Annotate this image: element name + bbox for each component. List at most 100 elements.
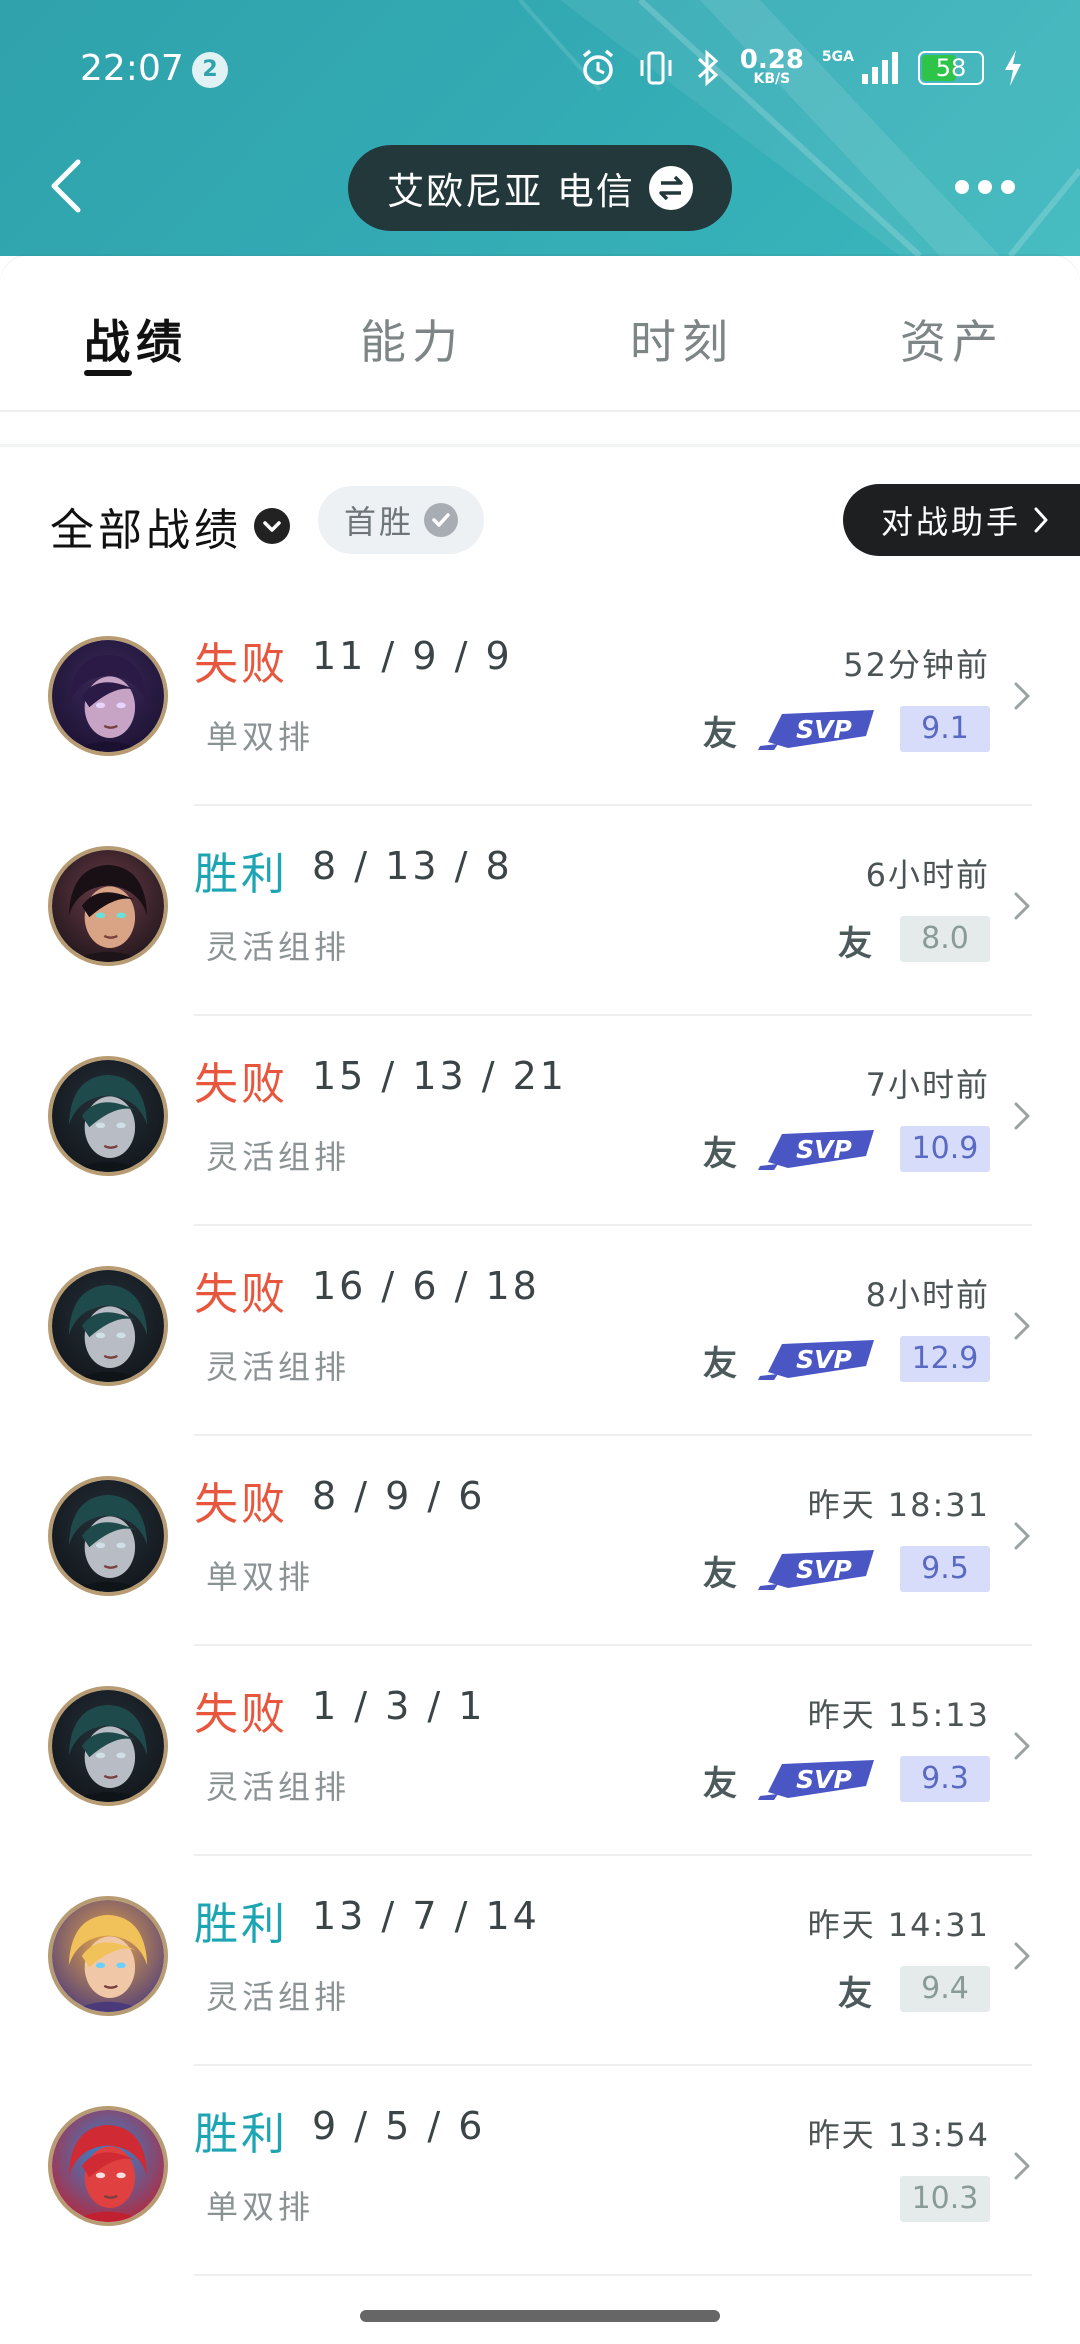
champion-avatar: [48, 2106, 168, 2226]
svg-text:SVP: SVP: [796, 1765, 852, 1794]
server-name: 艾欧尼亚 电信: [387, 170, 635, 213]
match-row[interactable]: 失败 8 / 9 / 6 单双排 昨天 18:31 友 SVP 9.5: [0, 1436, 1080, 1646]
match-result: 胜利: [194, 1899, 288, 1950]
match-kda: 13 / 7 / 14: [312, 1894, 540, 1938]
match-kda: 15 / 13 / 21: [312, 1054, 567, 1098]
chevron-right-icon: [1034, 507, 1048, 533]
match-result: 胜利: [194, 849, 288, 900]
friend-icon: 友: [700, 1342, 740, 1384]
svg-text:友: 友: [703, 1344, 737, 1382]
match-time: 昨天 18:31: [807, 1486, 990, 1524]
svg-text:SVP: SVP: [796, 1345, 852, 1374]
friend-icon: 友: [700, 1552, 740, 1594]
notification-badge: 2: [192, 52, 228, 88]
friend-icon: 友: [700, 1132, 740, 1174]
network-type: 5GA: [821, 49, 854, 65]
champion-avatar: [48, 636, 168, 756]
match-kda: 8 / 13 / 8: [312, 844, 513, 888]
match-kda: 8 / 9 / 6: [312, 1474, 486, 1518]
match-mode: 灵活组排: [206, 1768, 351, 1806]
match-row[interactable]: 失败 11 / 9 / 9 单双排 52分钟前友 SVP 9.1: [0, 596, 1080, 806]
row-divider: [194, 2274, 1032, 2276]
tab-ability[interactable]: 能力: [360, 306, 464, 372]
match-list: 失败 11 / 9 / 9 单双排 52分钟前友 SVP 9.1 胜利 8 / 13 / 8 灵…: [0, 596, 1080, 2276]
match-row[interactable]: 失败 16 / 6 / 18 灵活组排 8小时前友 SVP 12.9: [0, 1226, 1080, 1436]
match-result: 胜利: [194, 2109, 288, 2160]
status-icons: 0.28 KB/S 5GA 58: [578, 44, 1024, 92]
champion-avatar: [48, 846, 168, 966]
chevron-right-icon: [1010, 886, 1034, 926]
match-time: 8小时前: [865, 1276, 990, 1314]
match-kda: 16 / 6 / 18: [312, 1264, 540, 1308]
tab-assets[interactable]: 资产: [900, 306, 1004, 372]
match-row[interactable]: 胜利 9 / 5 / 6 单双排 昨天 13:54 10.3: [0, 2066, 1080, 2276]
svg-text:友: 友: [703, 1764, 737, 1802]
match-score: 10.9: [900, 1126, 990, 1172]
all-records-filter[interactable]: 全部战绩: [50, 494, 290, 558]
match-mode: 单双排: [206, 1558, 315, 1596]
match-mode: 灵活组排: [206, 928, 351, 966]
chevron-right-icon: [1010, 1306, 1034, 1346]
match-row[interactable]: 胜利 8 / 13 / 8 灵活组排 6小时前友 8.0: [0, 806, 1080, 1016]
first-win-label: 首胜: [343, 503, 414, 541]
match-result: 失败: [194, 1479, 288, 1530]
active-tab-indicator: [84, 370, 132, 376]
svg-text:友: 友: [838, 924, 872, 962]
friend-icon: 友: [835, 922, 875, 964]
tab-record[interactable]: 战绩: [84, 306, 188, 372]
battery-icon: 58: [918, 51, 984, 85]
battle-helper-button[interactable]: 对战助手: [843, 484, 1080, 556]
first-win-filter[interactable]: 首胜: [318, 486, 484, 554]
battery-level: 58: [935, 54, 967, 82]
more-dot-icon: [1001, 180, 1015, 194]
back-button[interactable]: [40, 150, 94, 222]
match-row[interactable]: 失败 15 / 13 / 21 灵活组排 7小时前友 SVP 10.9: [0, 1016, 1080, 1226]
match-row[interactable]: 失败 1 / 3 / 1 灵活组排 昨天 15:13 友 SVP 9.3: [0, 1646, 1080, 1856]
app-header: 22:07 2 0.28 KB/S 5GA 58 艾欧尼亚 电信: [0, 0, 1080, 256]
svg-text:友: 友: [703, 1554, 737, 1592]
tab-bar: 战绩 能力 时刻 资产: [0, 256, 1080, 412]
svp-badge-icon: SVP: [758, 1756, 876, 1802]
match-score: 9.1: [900, 706, 990, 752]
server-switch-button[interactable]: 艾欧尼亚 电信: [348, 145, 732, 231]
section-divider: [0, 444, 1080, 447]
match-row[interactable]: 胜利 13 / 7 / 14 灵活组排 昨天 14:31 友 9.4: [0, 1856, 1080, 2066]
match-score: 9.5: [900, 1546, 990, 1592]
match-mode: 灵活组排: [206, 1348, 351, 1386]
match-time: 昨天 13:54: [807, 2116, 990, 2154]
match-time: 昨天 14:31: [807, 1906, 990, 1944]
vibrate-icon: [640, 51, 672, 85]
match-kda: 9 / 5 / 6: [312, 2104, 486, 2148]
friend-icon: 友: [835, 1972, 875, 2014]
match-time: 52分钟前: [843, 646, 990, 684]
chevron-right-icon: [1010, 1936, 1034, 1976]
chevron-down-icon: [254, 508, 290, 544]
battle-helper-label: 对战助手: [881, 503, 1022, 541]
charging-icon: [1005, 50, 1021, 86]
more-menu-button[interactable]: [950, 170, 1020, 204]
check-icon: [424, 503, 458, 537]
chevron-right-icon: [1010, 1516, 1034, 1556]
match-result: 失败: [194, 639, 288, 690]
home-indicator[interactable]: [360, 2310, 720, 2322]
match-result: 失败: [194, 1269, 288, 1320]
tab-moments[interactable]: 时刻: [630, 306, 734, 372]
champion-avatar: [48, 1266, 168, 1386]
match-score: 12.9: [900, 1336, 990, 1382]
svg-text:友: 友: [838, 1974, 872, 2012]
friend-icon: 友: [700, 712, 740, 754]
match-score: 10.3: [900, 2176, 990, 2222]
match-score: 8.0: [900, 916, 990, 962]
match-kda: 1 / 3 / 1: [312, 1684, 486, 1728]
champion-avatar: [48, 1476, 168, 1596]
all-records-label: 全部战绩: [50, 505, 242, 556]
more-dot-icon: [978, 180, 992, 194]
swap-icon: [648, 166, 693, 210]
match-mode: 灵活组排: [206, 1978, 351, 2016]
chevron-right-icon: [1010, 1726, 1034, 1766]
svp-badge-icon: SVP: [758, 1546, 876, 1592]
svg-text:SVP: SVP: [796, 1555, 852, 1584]
match-mode: 单双排: [206, 718, 315, 756]
svg-text:友: 友: [703, 714, 737, 752]
chevron-right-icon: [1010, 676, 1034, 716]
